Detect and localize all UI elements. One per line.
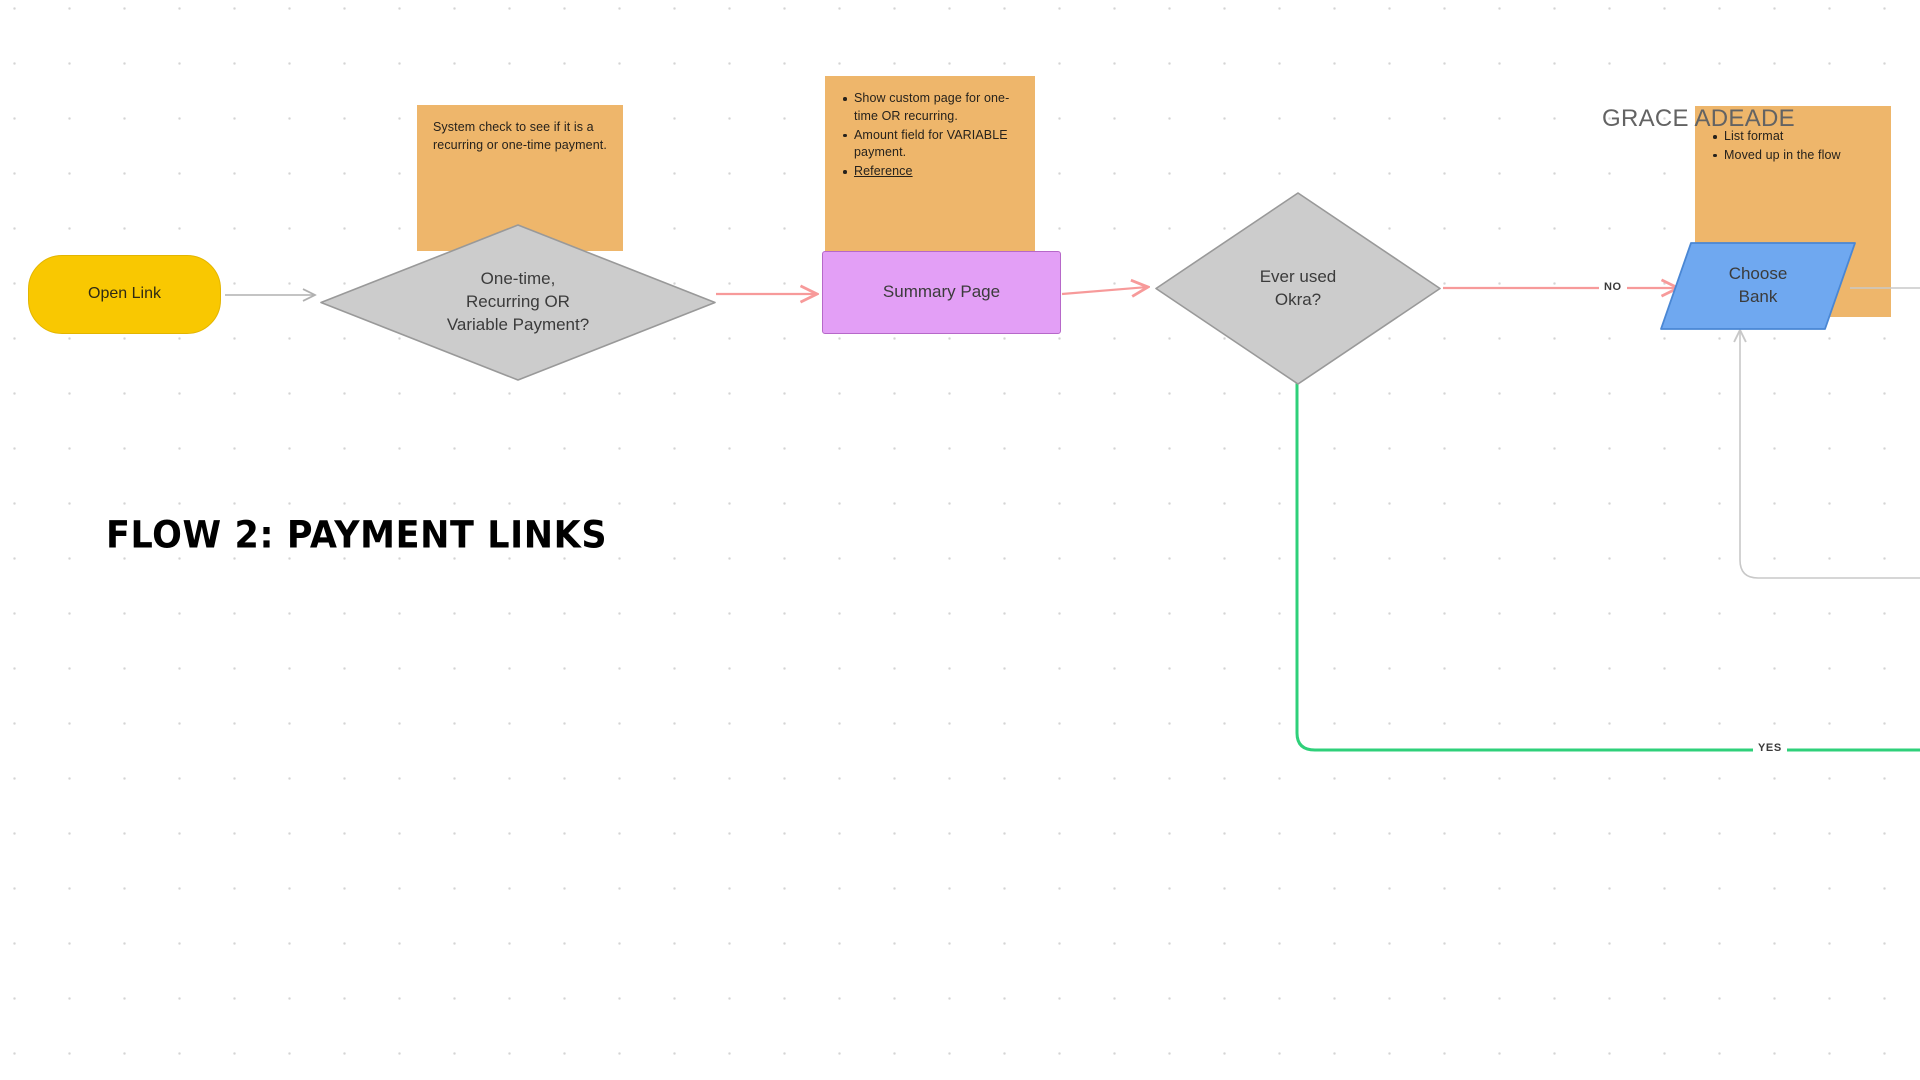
flowchart-canvas[interactable]: System check to see if it is a recurring…: [0, 0, 1920, 1080]
owner-label: GRACE ADEADE: [1602, 105, 1795, 132]
node-layer: Open Link One-time, Recurring OR Variabl…: [0, 0, 1920, 1080]
node-ever-used-okra-decision[interactable]: Ever used Okra?: [1153, 190, 1443, 387]
node-summary-page[interactable]: Summary Page: [822, 251, 1061, 334]
node-open-link[interactable]: Open Link: [28, 255, 221, 334]
node-ever-used-okra-decision-label: Ever used Okra?: [1259, 266, 1337, 309]
node-payment-type-decision-label: One-time, Recurring OR Variable Payment?: [446, 269, 590, 334]
edge-label-yes: YES: [1753, 741, 1787, 755]
node-choose-bank[interactable]: Choose Bank: [1658, 240, 1858, 332]
edge-label-no: NO: [1599, 280, 1627, 294]
node-payment-type-decision[interactable]: One-time, Recurring OR Variable Payment?: [318, 222, 718, 383]
node-open-link-label: Open Link: [88, 285, 161, 303]
node-summary-page-label: Summary Page: [882, 282, 1001, 302]
node-choose-bank-label: Choose Bank: [1728, 264, 1788, 306]
